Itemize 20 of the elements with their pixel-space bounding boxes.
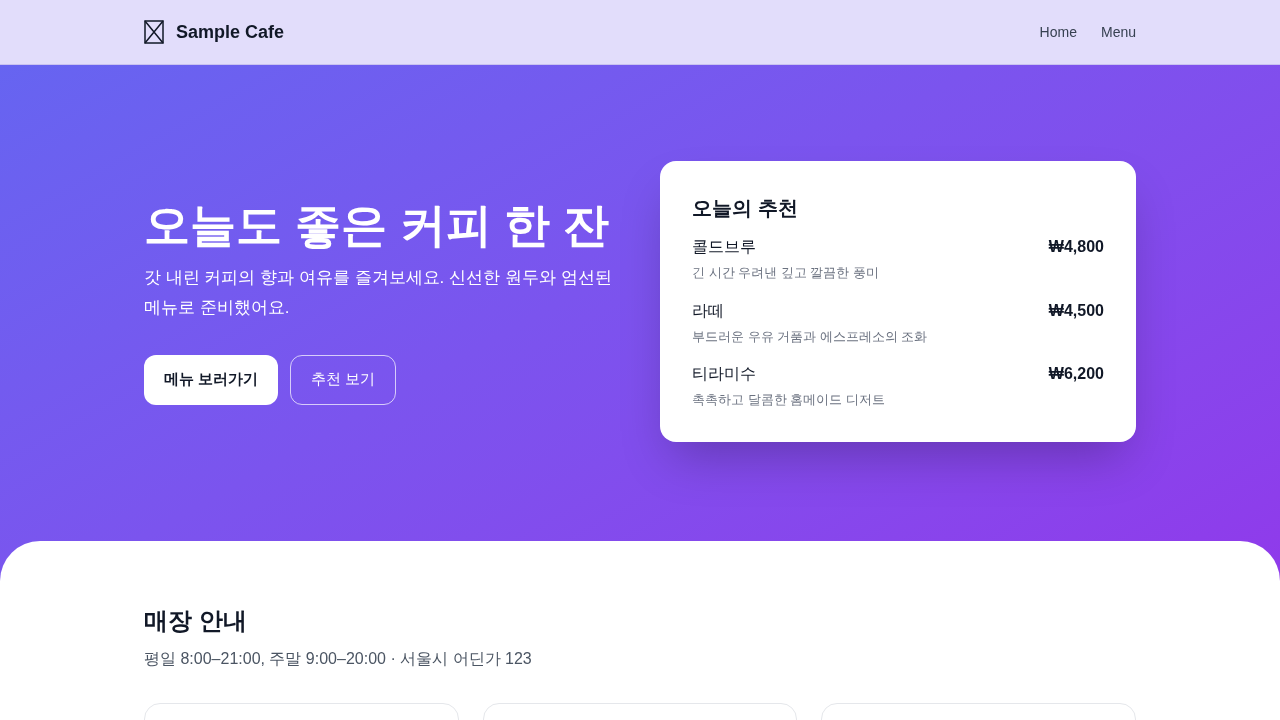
item-price: ₩4,500	[1048, 300, 1104, 321]
logo-icon	[144, 20, 164, 44]
item-name: 콜드브루	[692, 237, 756, 257]
card-title: 오늘의 추천	[692, 196, 799, 221]
hero-title: 오늘도 좋은 커피 한 잔	[144, 198, 611, 253]
item-price: ₩6,200	[1048, 364, 1104, 384]
section-title: 매장 안내	[144, 606, 248, 636]
nav-link[interactable]: Menu	[1100, 21, 1136, 43]
brand-name: Sample Cafe	[176, 20, 285, 44]
item-description: 부드러운 우유 거품과 에스프레소의 조화	[692, 327, 929, 346]
recommend-button[interactable]: 추천 보기	[290, 354, 397, 405]
store-details: 평일 8:00–21:00, 주말 9:00–20:00 · 서울시 어딘가 123	[144, 649, 533, 669]
menu-button[interactable]: 메뉴 보러가기	[144, 354, 279, 405]
item-name: 라떼	[692, 300, 724, 321]
nav-link[interactable]: Home	[1039, 21, 1077, 43]
item-price: ₩4,800	[1048, 237, 1104, 257]
item-description: 촉촉하고 달콤한 홈메이드 디저트	[692, 391, 886, 409]
item-name: 티라미수	[692, 364, 756, 384]
hero-subtitle: 갓 내린 커피의 향과 여유를 즐겨보세요. 신선한 원두와 엄선된 메뉴로 준비했어요.	[144, 266, 613, 319]
item-description: 긴 시간 우려낸 깊고 깔끔한 풍미	[692, 264, 881, 282]
